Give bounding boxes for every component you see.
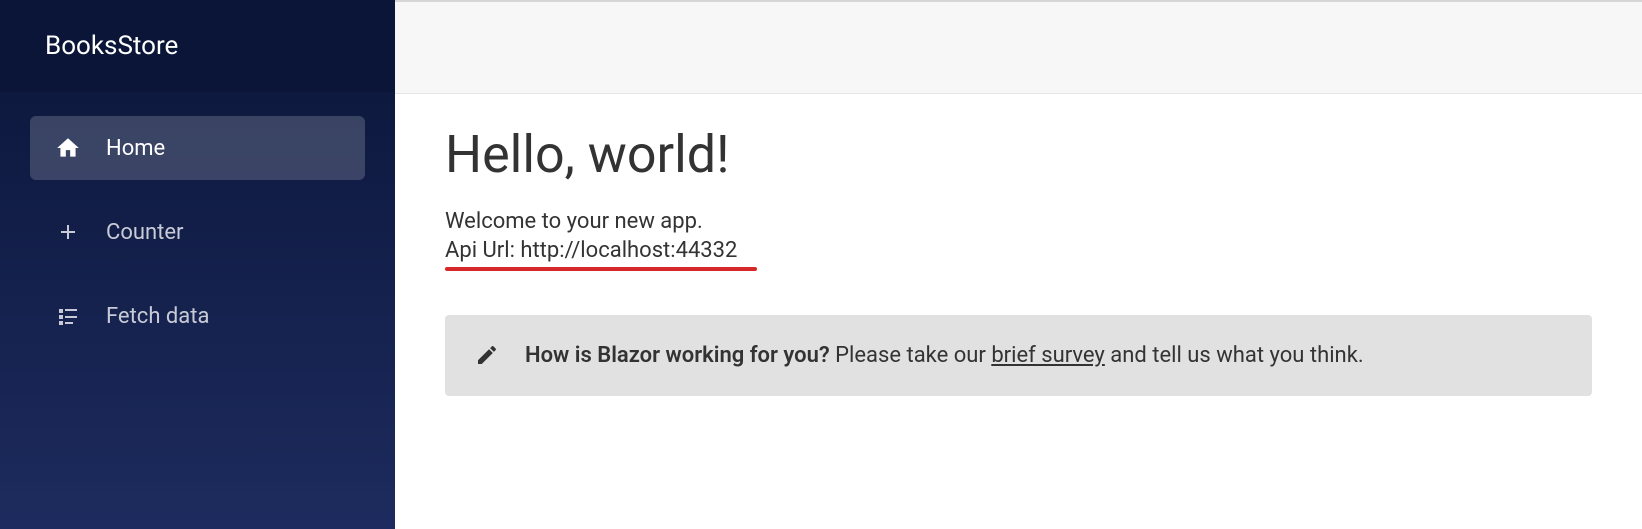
api-url-text: Api Url: http://localhost:44332 [445, 238, 737, 263]
sidebar-item-label: Home [106, 136, 165, 161]
api-url-wrapper: Api Url: http://localhost:44332 [445, 238, 737, 271]
welcome-text: Welcome to your new app. [445, 209, 1592, 234]
home-icon [54, 134, 82, 162]
sidebar-header: BooksStore [0, 0, 395, 92]
plus-icon [54, 218, 82, 246]
sidebar-nav: Home Counter Fetch data [0, 92, 395, 372]
survey-link[interactable]: brief survey [991, 343, 1105, 368]
page-title: Hello, world! [445, 124, 1592, 185]
survey-question: How is Blazor working for you? [525, 343, 830, 368]
underline-annotation [445, 267, 757, 271]
survey-text: How is Blazor working for you? Please ta… [525, 339, 1364, 372]
survey-prompt-after: and tell us what you think. [1105, 343, 1364, 368]
sidebar-item-fetch-data[interactable]: Fetch data [30, 284, 365, 348]
survey-prompt-before: Please take our [830, 343, 992, 368]
main-area: Hello, world! Welcome to your new app. A… [395, 0, 1642, 529]
survey-box: How is Blazor working for you? Please ta… [445, 315, 1592, 396]
sidebar-item-home[interactable]: Home [30, 116, 365, 180]
pencil-icon [475, 343, 501, 369]
content: Hello, world! Welcome to your new app. A… [395, 94, 1642, 529]
topbar [395, 2, 1642, 94]
app-title[interactable]: BooksStore [45, 31, 178, 61]
sidebar-item-label: Counter [106, 220, 183, 245]
sidebar-item-counter[interactable]: Counter [30, 200, 365, 264]
sidebar-item-label: Fetch data [106, 304, 209, 329]
sidebar: BooksStore Home Counter [0, 0, 395, 529]
list-icon [54, 302, 82, 330]
